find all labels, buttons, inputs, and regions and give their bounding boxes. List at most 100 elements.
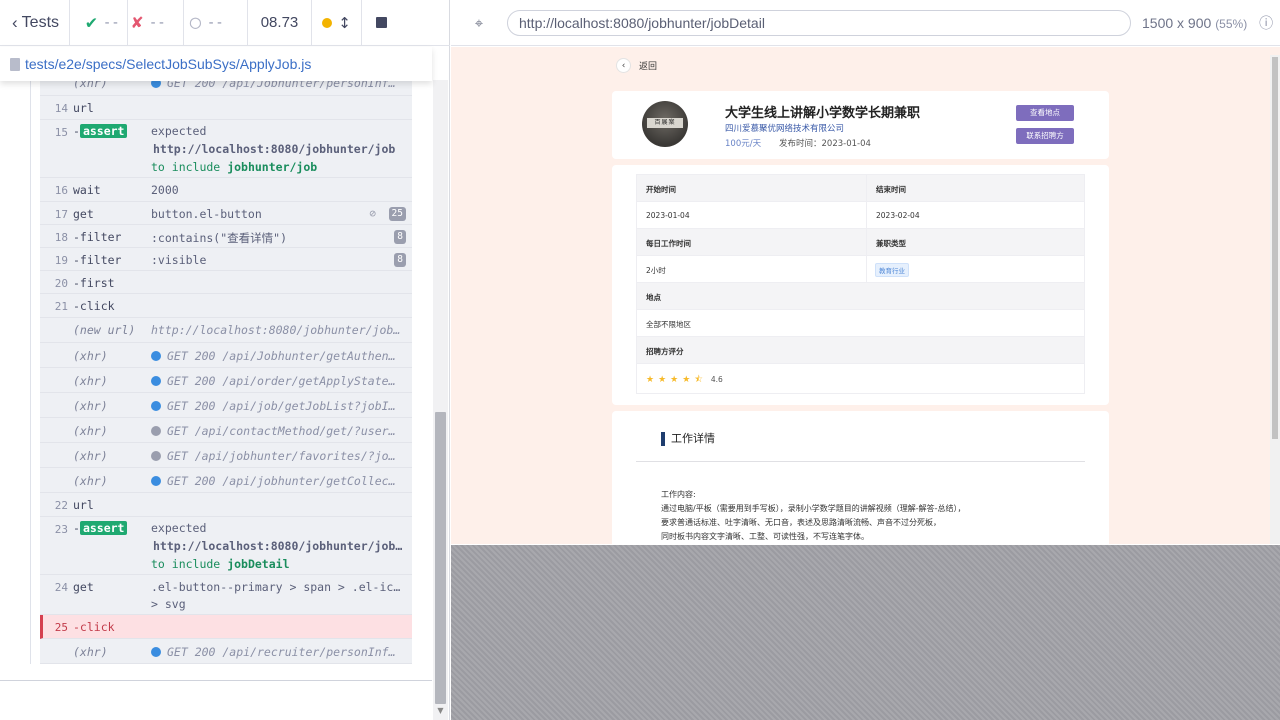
detail-text-line: 同时板书内容文字清晰、工整、可读性强，不写连笔字体。 bbox=[661, 532, 869, 541]
command-name: - assert bbox=[73, 124, 128, 138]
aut-header: ⌖ http://localhost:8080/jobhunter/jobDet… bbox=[451, 0, 1280, 46]
scroll-down-arrow-icon[interactable]: ▼ bbox=[435, 706, 446, 715]
viewport-info: 1500 x 900 (55%) ⓘ bbox=[1142, 13, 1273, 33]
pending-count: ◯ -- bbox=[184, 0, 248, 46]
command-message: .el-button--primary > span > .el-icon bbox=[151, 580, 401, 594]
company-name[interactable]: 四川爱慕聚优网络技术有限公司 bbox=[725, 122, 844, 134]
tests-back-button[interactable]: ‹ Tests bbox=[0, 0, 70, 46]
assert-include-value: jobhunter/job bbox=[227, 160, 318, 174]
aut-iframe: ‹ 返回 百展案 大学生线上讲解小学数学长期兼职 四川爱慕聚优网络技术有限公司 … bbox=[451, 47, 1280, 544]
command-name: (xhr) bbox=[73, 645, 108, 659]
failed-count: ✘ -- bbox=[128, 0, 184, 46]
command-message: GET /api/contactMethod/get/?userId... bbox=[151, 424, 401, 438]
aut-url-bar[interactable]: http://localhost:8080/jobhunter/jobDetai… bbox=[507, 9, 1131, 36]
aut-scroll-thumb[interactable] bbox=[1272, 57, 1278, 439]
location-label: 地点 bbox=[646, 293, 661, 302]
autoscroll-toggle[interactable]: ↕ bbox=[312, 0, 362, 46]
command-row-xhr[interactable]: (xhr) GET 200 /api/order/getApplyState?j… bbox=[40, 368, 412, 393]
command-row-new-url[interactable]: (new url) http://localhost:8080/jobhunte… bbox=[40, 318, 412, 343]
divider bbox=[636, 461, 1085, 462]
command-row-assert[interactable]: 23 - assert expected http://localhost:808… bbox=[40, 517, 412, 575]
daily-hours-label: 每日工作时间 bbox=[646, 239, 691, 248]
table-row: 2小时 教育行业 bbox=[637, 256, 1084, 283]
star-icon: ★ bbox=[670, 375, 679, 385]
spec-path-link[interactable]: tests/e2e/specs/SelectJobSubSys/ApplyJob… bbox=[0, 47, 432, 81]
viewport-size: 1500 x 900 bbox=[1142, 14, 1212, 31]
table-row: 招聘方评分 bbox=[637, 337, 1084, 364]
command-row[interactable]: 19 -filter :visible 8 bbox=[40, 248, 412, 271]
assert-include-line: to include jobhunter/job bbox=[151, 160, 401, 174]
stop-icon bbox=[375, 17, 387, 28]
viewport-scale: (55%) bbox=[1215, 16, 1248, 31]
command-row-assert[interactable]: 15 - assert expected http://localhost:808… bbox=[40, 120, 412, 178]
reporter-scroll-thumb[interactable] bbox=[435, 412, 446, 704]
assert-badge: assert bbox=[79, 521, 128, 535]
star-icon: ★ bbox=[646, 375, 655, 385]
table-row: 每日工作时间 兼职类型 bbox=[637, 229, 1084, 256]
command-number: 25 bbox=[54, 621, 68, 634]
status-dot-icon bbox=[322, 17, 333, 28]
command-row[interactable]: 14 url bbox=[40, 96, 412, 120]
xhr-text: GET 200 /api/jobhunter/getCollectS... bbox=[167, 474, 401, 488]
xhr-text: GET /api/contactMethod/get/?userId... bbox=[167, 424, 401, 438]
info-icon[interactable]: ⓘ bbox=[1259, 15, 1273, 31]
command-row[interactable]: 18 -filter :contains("查看详情") 8 bbox=[40, 225, 412, 248]
command-number: 20 bbox=[54, 277, 68, 290]
job-info-card: 开始时间 结束时间 2023-01-04 2023-02-04 每日工作时间 兼… bbox=[612, 165, 1109, 405]
table-row: 开始时间 结束时间 bbox=[637, 175, 1084, 202]
command-row[interactable]: 24 get .el-button--primary > span > .el-… bbox=[40, 575, 412, 615]
assert-expected-value: http://localhost:8080/jobhunter/job bbox=[153, 142, 396, 156]
assert-expected-value: http://localhost:8080/jobhunter/jobDe... bbox=[153, 539, 403, 553]
job-detail-heading: 工作详情 bbox=[661, 432, 715, 446]
command-row-failed[interactable]: 25 -click bbox=[40, 615, 412, 639]
command-name: -filter bbox=[73, 253, 122, 267]
xhr-status-icon bbox=[151, 401, 161, 411]
command-row-xhr[interactable]: (xhr) GET 200 /api/job/getJobList?jobId=… bbox=[40, 393, 412, 418]
avatar-label: 百展案 bbox=[647, 118, 683, 128]
command-name: get bbox=[73, 580, 94, 594]
command-row-xhr[interactable]: (xhr) GET 200 /api/jobhunter/getCollectS… bbox=[40, 468, 412, 493]
xhr-status-icon bbox=[151, 647, 161, 657]
job-summary-card: 百展案 大学生线上讲解小学数学长期兼职 四川爱慕聚优网络技术有限公司 100元/… bbox=[612, 91, 1109, 159]
command-row[interactable]: 21 -click bbox=[40, 294, 412, 318]
xhr-text: GET 200 /api/recruiter/personInfo/... bbox=[167, 645, 401, 659]
star-icon: ★ bbox=[658, 375, 667, 385]
aut-url-text: http://localhost:8080/jobhunter/jobDetai… bbox=[519, 14, 765, 31]
assert-expected: expected bbox=[151, 124, 207, 138]
passed-count: ✔ -- bbox=[70, 0, 128, 46]
spec-path-text: tests/e2e/specs/SelectJobSubSys/ApplyJob… bbox=[25, 56, 312, 72]
start-time-label: 开始时间 bbox=[646, 185, 676, 194]
assert-include-line: to include jobDetail bbox=[151, 557, 401, 571]
command-message: GET 200 /api/order/getApplyState?j... bbox=[151, 374, 401, 388]
command-row-xhr[interactable]: (xhr) GET /api/contactMethod/get/?userId… bbox=[40, 418, 412, 443]
command-message: :visible bbox=[151, 253, 207, 267]
command-message: http://localhost:8080/jobhunter/jobDe... bbox=[151, 323, 401, 337]
command-name: -filter bbox=[73, 230, 122, 244]
xhr-text: GET /api/jobhunter/favorites/?jobh... bbox=[167, 449, 401, 463]
end-time-value: 2023-02-04 bbox=[876, 211, 920, 220]
view-location-button[interactable]: 查看地点 bbox=[1016, 105, 1074, 121]
command-row[interactable]: 20 -first bbox=[40, 271, 412, 294]
selector-playground-icon[interactable]: ⌖ bbox=[451, 14, 507, 32]
command-row-xhr[interactable]: (xhr) GET 200 /api/Jobhunter/getAuthenti… bbox=[40, 343, 412, 368]
command-name: (xhr) bbox=[73, 399, 108, 413]
contact-recruiter-button[interactable]: 联系招聘方 bbox=[1016, 128, 1074, 144]
stop-button[interactable] bbox=[362, 0, 400, 46]
back-link[interactable]: ‹ 返回 bbox=[616, 58, 657, 73]
start-time-value: 2023-01-04 bbox=[646, 211, 690, 220]
command-message: GET 200 /api/recruiter/personInfo/... bbox=[151, 645, 401, 659]
command-row[interactable]: 22 url bbox=[40, 493, 412, 517]
command-name: (new url) bbox=[73, 323, 136, 337]
command-message: 2000 bbox=[151, 183, 179, 197]
command-row[interactable]: 17 get button.el-button ⊘ 25 bbox=[40, 202, 412, 225]
reporter-panel: ‹ Tests ✔ -- ✘ -- ◯ -- 08.73 ↕ tests/e2e… bbox=[0, 0, 450, 720]
command-name: -click bbox=[73, 620, 115, 634]
command-row-xhr[interactable]: (xhr) GET /api/jobhunter/favorites/?jobh… bbox=[40, 443, 412, 468]
salary: 100元/天 bbox=[725, 139, 762, 149]
command-row-xhr[interactable]: (xhr) GET 200 /api/recruiter/personInfo/… bbox=[40, 639, 412, 664]
rating-stars: ★ ★ ★ ★ ⯪ 4.6 bbox=[646, 372, 723, 388]
command-row[interactable]: 16 wait 2000 bbox=[40, 178, 412, 202]
command-name: (xhr) bbox=[73, 474, 108, 488]
command-number: 16 bbox=[54, 184, 68, 197]
job-info-table: 开始时间 结束时间 2023-01-04 2023-02-04 每日工作时间 兼… bbox=[636, 174, 1085, 394]
